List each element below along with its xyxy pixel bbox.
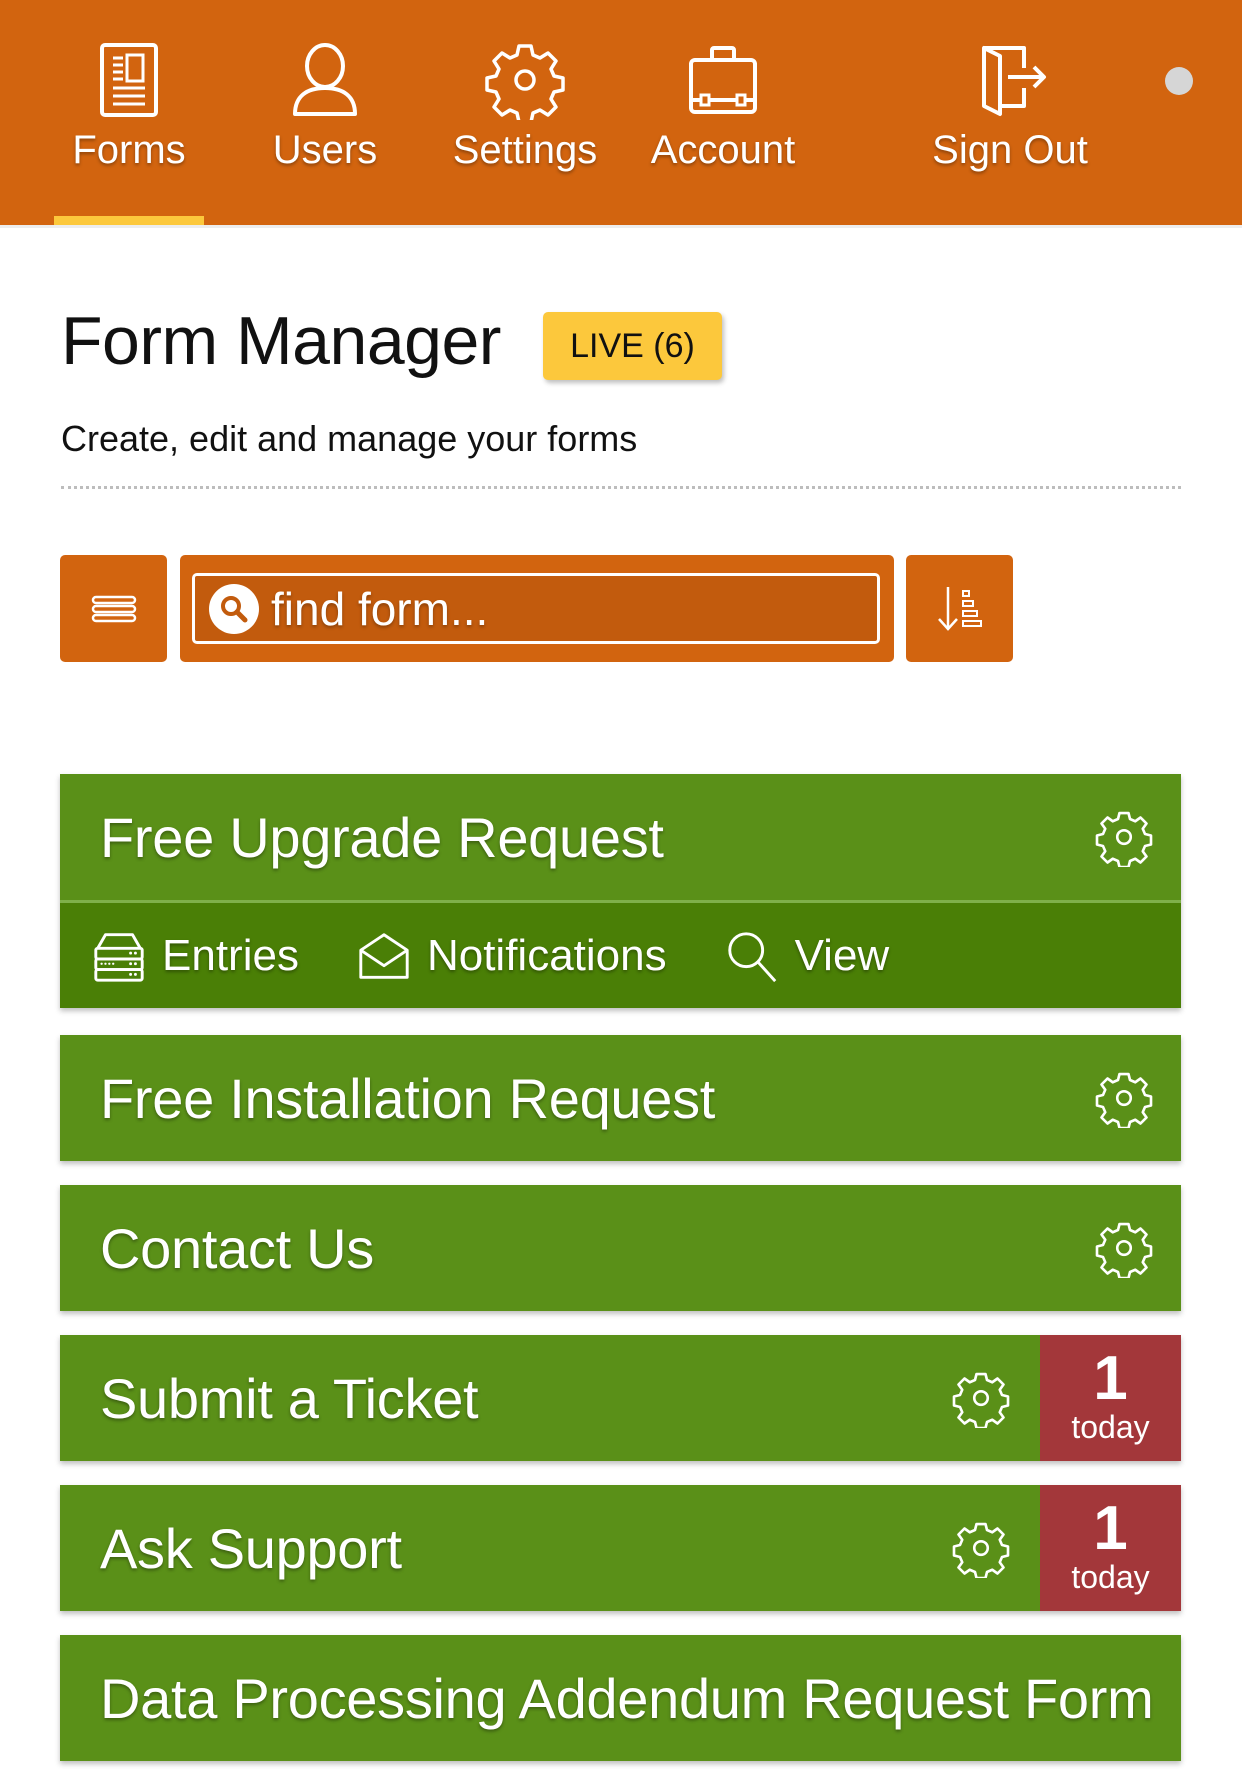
notifications-label: Notifications — [426, 930, 667, 980]
today-label: today — [1071, 1559, 1150, 1595]
form-title: Free Installation Request — [100, 1066, 716, 1130]
form-actions-bar: Entries Notifications View — [60, 900, 1181, 1008]
form-title: Free Upgrade Request — [100, 805, 664, 869]
form-card-header[interactable]: Contact Us — [60, 1185, 1181, 1311]
menu-button[interactable] — [60, 555, 167, 662]
sort-button[interactable] — [906, 555, 1013, 662]
form-title: Ask Support — [100, 1516, 402, 1580]
briefcase-icon — [689, 46, 757, 114]
form-card: Data Processing Addendum Request Form — [60, 1635, 1181, 1761]
search-container — [180, 555, 894, 662]
nav-label-settings: Settings — [452, 128, 598, 172]
nav-item-sign-out[interactable]: Sign Out — [930, 40, 1090, 190]
form-card: Submit a Ticket 1 today — [60, 1335, 1181, 1461]
gear-icon — [1095, 1222, 1153, 1280]
view-link[interactable]: View — [723, 927, 890, 985]
form-settings-button[interactable] — [951, 1518, 1011, 1580]
entries-link[interactable]: Entries — [90, 927, 299, 985]
live-count-badge[interactable]: LIVE (6) — [543, 312, 722, 380]
form-card-header[interactable]: Free Upgrade Request — [60, 774, 1181, 900]
form-settings-button[interactable] — [1094, 1068, 1154, 1130]
dotted-divider — [61, 486, 1181, 489]
gear-icon — [952, 1522, 1010, 1580]
form-card: Contact Us — [60, 1185, 1181, 1311]
nav-label-sign-out: Sign Out — [932, 128, 1088, 172]
today-label: today — [1071, 1409, 1150, 1445]
entries-label: Entries — [162, 930, 299, 980]
search-icon — [209, 583, 259, 634]
user-icon — [293, 43, 357, 116]
forms-document-icon — [100, 43, 158, 117]
form-card: Free Installation Request — [60, 1035, 1181, 1161]
envelope-open-icon — [359, 932, 409, 979]
today-entries-badge[interactable]: 1 today — [1040, 1335, 1181, 1461]
form-settings-button[interactable] — [951, 1368, 1011, 1430]
page-subtitle: Create, edit and manage your forms — [61, 418, 638, 459]
form-title: Data Processing Addendum Request Form — [100, 1666, 1154, 1730]
list-menu-icon — [91, 595, 136, 622]
gear-icon — [1095, 1072, 1153, 1130]
nav-divider — [0, 225, 1242, 228]
page-title: Form Manager — [61, 303, 501, 379]
today-count: 1 — [1093, 1494, 1128, 1563]
entries-server-icon — [94, 932, 144, 982]
form-card: Free Upgrade Request Entries Notificatio… — [60, 774, 1181, 1008]
nav-label-forms: Forms — [72, 128, 186, 172]
form-settings-button[interactable] — [1094, 807, 1154, 869]
gear-icon — [952, 1372, 1010, 1430]
sort-descending-icon — [937, 586, 982, 631]
search-icon — [727, 931, 776, 982]
search-field[interactable] — [192, 573, 880, 644]
notifications-link[interactable]: Notifications — [355, 927, 667, 985]
form-title: Submit a Ticket — [100, 1366, 479, 1430]
today-entries-badge[interactable]: 1 today — [1040, 1485, 1181, 1611]
nav-item-forms[interactable]: Forms — [63, 40, 195, 190]
form-card: Ask Support 1 today — [60, 1485, 1181, 1611]
nav-label-users: Users — [272, 128, 378, 172]
top-nav: Forms Users Settings Account Sign Out — [0, 0, 1242, 225]
sign-out-door-icon — [982, 46, 1046, 116]
form-card-header[interactable]: Ask Support 1 today — [60, 1485, 1181, 1611]
form-title: Contact Us — [100, 1216, 374, 1280]
nav-item-users[interactable]: Users — [260, 40, 390, 190]
nav-label-account: Account — [650, 128, 796, 172]
status-dot — [1165, 67, 1193, 95]
nav-active-indicator — [54, 216, 204, 225]
view-label: View — [794, 930, 890, 980]
nav-item-account[interactable]: Account — [645, 40, 801, 190]
nav-item-settings[interactable]: Settings — [447, 40, 603, 190]
today-count: 1 — [1093, 1344, 1128, 1413]
form-card-header[interactable]: Data Processing Addendum Request Form — [60, 1635, 1181, 1761]
gear-icon — [485, 44, 565, 120]
form-settings-button[interactable] — [1094, 1218, 1154, 1280]
gear-icon — [1095, 811, 1153, 869]
form-card-header[interactable]: Free Installation Request — [60, 1035, 1181, 1161]
form-card-header[interactable]: Submit a Ticket 1 today — [60, 1335, 1181, 1461]
search-input[interactable] — [271, 581, 851, 636]
